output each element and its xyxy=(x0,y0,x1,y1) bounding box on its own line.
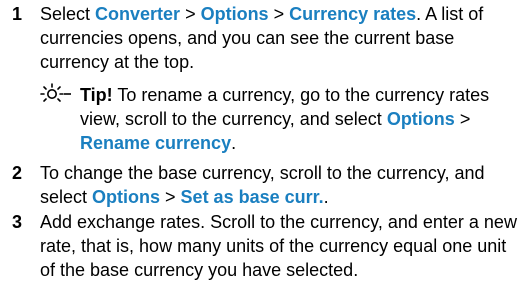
tip-rest: view, scroll to the currency, and select… xyxy=(80,107,517,155)
step-1: 1 Select Converter > Options > Currency … xyxy=(0,2,521,74)
ui-term-options: Options xyxy=(386,109,455,129)
step-number: 1 xyxy=(12,4,23,24)
lightbulb-icon xyxy=(40,83,72,107)
menu-separator: > xyxy=(454,109,471,129)
ui-term-converter: Converter xyxy=(95,4,181,24)
tip-text-run: . xyxy=(231,133,237,153)
menu-separator: > xyxy=(268,4,290,24)
tip-first-line: Tip! To rename a currency, go to the cur… xyxy=(80,83,489,107)
step-3: 3 Add exchange rates. Scroll to the curr… xyxy=(0,210,521,282)
tip-label: Tip! xyxy=(80,85,113,105)
tip-text-run: To rename a currency, go to the currency… xyxy=(112,85,490,105)
manual-page: 1 Select Converter > Options > Currency … xyxy=(0,0,521,303)
menu-separator: > xyxy=(180,4,201,24)
step-text: Select Converter > Options > Currency ra… xyxy=(40,2,517,74)
step-number: 2 xyxy=(12,163,23,183)
step-text-run: . xyxy=(323,187,329,207)
step-text-run: Select xyxy=(40,4,96,24)
step-2: 2 To change the base currency, scroll to… xyxy=(0,161,521,209)
menu-separator: > xyxy=(160,187,181,207)
tip-block: Tip! To rename a currency, go to the cur… xyxy=(40,83,517,155)
step-text: To change the base currency, scroll to t… xyxy=(40,161,517,209)
step-text-run: Add exchange rates. Scroll to the curren… xyxy=(40,212,517,280)
ui-term-options: Options xyxy=(200,4,269,24)
ui-term-rename-currency: Rename currency xyxy=(80,133,232,153)
ui-term-currency-rates: Currency rates xyxy=(289,4,417,24)
ui-term-options: Options xyxy=(92,187,161,207)
step-number: 3 xyxy=(12,212,23,232)
step-text: Add exchange rates. Scroll to the curren… xyxy=(40,210,517,282)
tip-text-run: view, scroll to the currency, and select xyxy=(80,109,387,129)
ui-term-set-as-base: Set as base curr. xyxy=(180,187,324,207)
